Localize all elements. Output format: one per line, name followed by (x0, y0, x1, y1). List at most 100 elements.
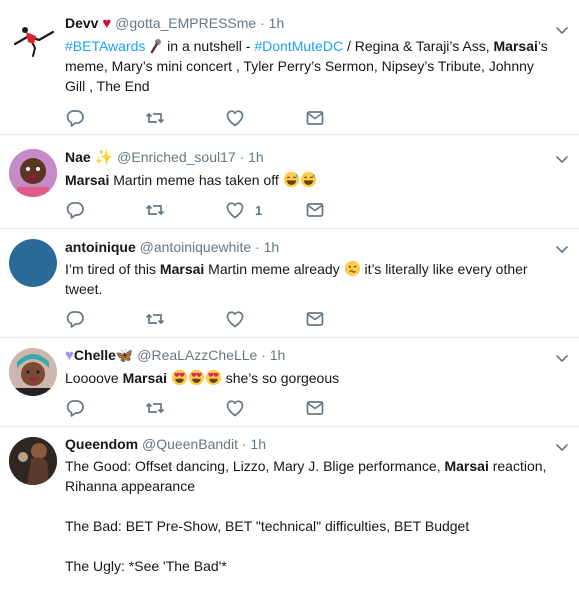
heart-eyes-emoji-icon (171, 369, 188, 386)
like-button[interactable] (225, 398, 245, 418)
handle[interactable]: @Enriched_soul17 (117, 149, 236, 165)
hashtag-link[interactable]: #BETAwards (65, 38, 145, 54)
avatar[interactable] (9, 348, 57, 396)
tweet-text: The Good: Offset dancing, Lizzo, Mary J.… (65, 456, 549, 576)
tweet-header: antoinique @antoiniquewhite · 1h (65, 238, 549, 256)
tweet-actions: 1 (65, 200, 385, 220)
retweet-icon (145, 200, 165, 220)
timestamp[interactable]: 1h (269, 15, 285, 31)
tweet-actions (65, 398, 385, 418)
display-name[interactable]: Nae (65, 149, 91, 165)
handle[interactable]: @gotta_EMPRESSme (115, 15, 256, 31)
reply-button[interactable] (65, 200, 85, 220)
avatar[interactable] (9, 14, 57, 62)
retweet-icon (145, 309, 165, 329)
tweet-header: Nae ✨ @Enriched_soul17 · 1h (65, 148, 549, 167)
tweet[interactable]: Queendom @QueenBandit · 1h The Good: Off… (0, 427, 579, 596)
handle[interactable]: @QueenBandit (142, 436, 238, 452)
display-name[interactable]: antoinique (65, 239, 136, 255)
timestamp[interactable]: 1h (264, 239, 280, 255)
tweet-paragraph: The Bad: BET Pre-Show, BET "technical" d… (65, 518, 470, 534)
direct-message-button[interactable] (305, 200, 325, 220)
text-segment: in a nutshell - (163, 38, 255, 54)
handle[interactable]: @antoiniquewhite (140, 239, 252, 255)
like-button[interactable] (225, 309, 245, 329)
display-name[interactable]: Queendom (65, 436, 138, 452)
tweet-paragraph: The Ugly: *See 'The Bad'* (65, 558, 227, 574)
tweet[interactable]: antoinique @antoiniquewhite · 1h I’m tir… (0, 229, 579, 338)
chevron-down-icon[interactable] (554, 350, 570, 366)
separator: · (261, 347, 266, 363)
chevron-down-icon[interactable] (554, 439, 570, 455)
separator: · (239, 149, 245, 165)
tweet-header: ♥Chelle🦋 @ReaLAzzCheLLe · 1h (65, 346, 549, 365)
text-segment: Martin meme already (204, 261, 344, 277)
tweet-header: Devv ♥ @gotta_EMPRESSme · 1h (65, 14, 549, 33)
envelope-icon (305, 108, 325, 128)
purple-heart-emoji-icon: ♥ (65, 347, 74, 364)
avatar[interactable] (9, 437, 57, 485)
reply-icon (65, 200, 85, 220)
retweet-button[interactable] (145, 398, 165, 418)
tweet[interactable]: ♥Chelle🦋 @ReaLAzzCheLLe · 1h Loooove Mar… (0, 338, 579, 427)
retweet-icon (145, 108, 165, 128)
direct-message-button[interactable] (305, 108, 325, 128)
display-name[interactable]: Devv (65, 15, 98, 31)
separator: · (241, 436, 247, 452)
chevron-down-icon[interactable] (554, 22, 570, 38)
handle[interactable]: @ReaLAzzCheLLe (137, 347, 257, 363)
tweet[interactable]: Devv ♥ @gotta_EMPRESSme · 1h #BETAwards … (0, 0, 579, 135)
chevron-down-icon[interactable] (554, 241, 570, 257)
retweet-button[interactable] (145, 108, 165, 128)
reply-button[interactable] (65, 398, 85, 418)
heart-icon (225, 200, 245, 220)
envelope-icon (305, 398, 325, 418)
tweet[interactable]: Nae ✨ @Enriched_soul17 · 1h Marsai Marti… (0, 135, 579, 229)
reply-icon (65, 398, 85, 418)
highlighted-term: Marsai (65, 172, 110, 188)
direct-message-button[interactable] (305, 398, 325, 418)
retweet-button[interactable] (145, 200, 165, 220)
woozy-face-emoji-icon (344, 260, 361, 277)
tweet-actions (65, 309, 385, 329)
hashtag-link[interactable]: #DontMuteDC (254, 38, 343, 54)
avatar[interactable] (9, 239, 57, 287)
timestamp[interactable]: 1h (270, 347, 286, 363)
retweet-button[interactable] (145, 309, 165, 329)
tweet-text: Loooove Marsai she’s so gorgeous (65, 368, 549, 388)
envelope-icon (305, 309, 325, 329)
like-button[interactable] (225, 108, 245, 128)
direct-message-button[interactable] (305, 309, 325, 329)
heart-icon (225, 309, 245, 329)
timestamp[interactable]: 1h (248, 149, 264, 165)
like-button[interactable]: 1 (225, 200, 262, 220)
tweet-actions (65, 108, 385, 128)
text-segment: Martin meme has taken off (109, 172, 283, 188)
grinning-sweat-emoji-icon (300, 171, 317, 188)
reply-button[interactable] (65, 309, 85, 329)
text-segment: / Regina & Taraji’s Ass, (343, 38, 494, 54)
tweet-text: I’m tired of this Marsai Martin meme alr… (65, 259, 549, 299)
retweet-icon (145, 398, 165, 418)
display-name[interactable]: Chelle (74, 347, 116, 363)
heart-icon (225, 398, 245, 418)
microphone-emoji-icon (151, 39, 162, 54)
chevron-down-icon[interactable] (554, 151, 570, 167)
highlighted-term: Marsai (493, 38, 538, 54)
butterfly-emoji-icon: 🦋 (115, 347, 134, 363)
separator: · (255, 239, 260, 255)
separator: · (260, 15, 265, 31)
highlighted-term: Marsai (444, 458, 489, 474)
reply-icon (65, 309, 85, 329)
heart-eyes-emoji-icon (205, 369, 222, 386)
tweet-header: Queendom @QueenBandit · 1h (65, 435, 549, 453)
heart-icon (225, 108, 245, 128)
timestamp[interactable]: 1h (250, 436, 266, 452)
envelope-icon (305, 200, 325, 220)
avatar[interactable] (9, 149, 57, 197)
grinning-sweat-emoji-icon (283, 171, 300, 188)
timeline: Devv ♥ @gotta_EMPRESSme · 1h #BETAwards … (0, 0, 579, 596)
text-segment: she’s so gorgeous (221, 370, 340, 386)
reply-button[interactable] (65, 108, 85, 128)
tweet-paragraph: The Good: Offset dancing, Lizzo, Mary J.… (65, 456, 549, 496)
